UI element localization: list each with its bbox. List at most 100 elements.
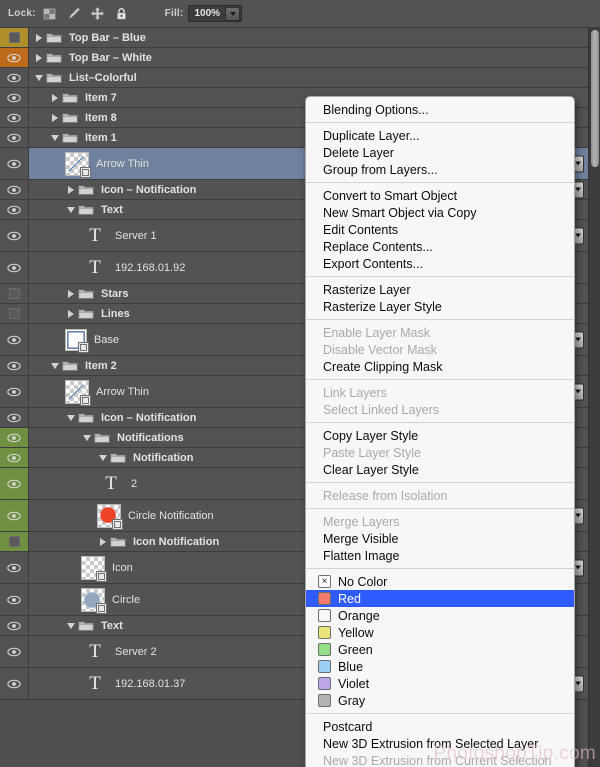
layer-row[interactable]: Top Bar – Blue xyxy=(0,28,588,48)
layer-visibility-toggle-on[interactable] xyxy=(0,636,29,667)
layer-visibility-toggle-on[interactable] xyxy=(0,324,29,355)
layer-visibility-toggle-on[interactable] xyxy=(0,48,29,67)
menu-color-item[interactable]: Green xyxy=(306,641,574,658)
menu-item[interactable]: Export Contents... xyxy=(306,255,574,272)
layer-visibility-toggle-on[interactable] xyxy=(0,252,29,283)
folder-icon xyxy=(62,359,85,372)
chevron-down-icon[interactable] xyxy=(65,414,76,421)
lock-all-icon[interactable] xyxy=(114,6,129,21)
chevron-down-icon[interactable] xyxy=(81,434,92,441)
lock-toolbar: Lock: Fill: 100% xyxy=(0,0,600,28)
chevron-right-icon[interactable] xyxy=(65,309,76,318)
menu-item[interactable]: Convert to Smart Object xyxy=(306,187,574,204)
menu-color-item[interactable]: Blue xyxy=(306,658,574,675)
transparent-pixels-icon[interactable] xyxy=(42,6,57,21)
menu-item[interactable]: Blending Options... xyxy=(306,101,574,118)
menu-color-item[interactable]: Yellow xyxy=(306,624,574,641)
layer-visibility-toggle-on[interactable] xyxy=(0,88,29,107)
menu-item[interactable]: Rasterize Layer xyxy=(306,281,574,298)
menu-color-item[interactable]: Gray xyxy=(306,692,574,709)
layer-visibility-toggle-off[interactable] xyxy=(0,284,29,303)
layer-row-body[interactable]: Top Bar – White xyxy=(29,48,588,67)
layer-name: Icon xyxy=(112,561,133,574)
menu-item[interactable]: New Smart Object via Copy xyxy=(306,204,574,221)
menu-item[interactable]: Group from Layers... xyxy=(306,161,574,178)
menu-color-item[interactable]: Violet xyxy=(306,675,574,692)
folder-icon xyxy=(62,91,85,104)
type-layer-icon: T xyxy=(89,673,101,694)
chevron-down-icon[interactable] xyxy=(65,206,76,213)
layer-visibility-toggle-on[interactable] xyxy=(0,584,29,615)
folder-icon xyxy=(46,71,69,84)
layer-row[interactable]: List–Colorful xyxy=(0,68,588,88)
eye-icon xyxy=(7,511,21,521)
chevron-right-icon[interactable] xyxy=(33,53,44,62)
folder-icon xyxy=(78,619,101,632)
chevron-right-icon[interactable] xyxy=(33,33,44,42)
layer-visibility-toggle-on[interactable] xyxy=(0,616,29,635)
layers-vertical-scrollbar[interactable] xyxy=(588,28,600,767)
chevron-right-icon[interactable] xyxy=(65,185,76,194)
fill-input[interactable]: 100% xyxy=(188,5,243,22)
eye-icon xyxy=(7,621,21,631)
menu-item: Paste Layer Style xyxy=(323,445,421,460)
layer-visibility-toggle-on[interactable] xyxy=(0,108,29,127)
fill-dropdown-arrow-icon[interactable] xyxy=(225,6,241,21)
scrollbar-thumb[interactable] xyxy=(591,30,599,167)
lock-position-icon[interactable] xyxy=(90,6,105,21)
menu-item[interactable]: Clear Layer Style xyxy=(306,461,574,478)
layers-panel: Lock: Fill: 100% Top Bar – Blue Top Bar … xyxy=(0,0,600,767)
layer-visibility-toggle-on[interactable] xyxy=(0,68,29,87)
menu-item[interactable]: Duplicate Layer... xyxy=(306,127,574,144)
layer-visibility-toggle-off[interactable] xyxy=(0,304,29,323)
layer-visibility-toggle-on[interactable] xyxy=(0,668,29,699)
layer-visibility-toggle-on[interactable] xyxy=(0,220,29,251)
layer-visibility-toggle-on[interactable] xyxy=(0,356,29,375)
layer-context-menu[interactable]: Blending Options... Duplicate Layer... Del… xyxy=(305,96,575,767)
chevron-right-icon[interactable] xyxy=(65,289,76,298)
chevron-right-icon[interactable] xyxy=(97,537,108,546)
chevron-right-icon[interactable] xyxy=(49,93,60,102)
menu-item[interactable]: Rasterize Layer Style xyxy=(306,298,574,315)
layer-visibility-toggle-off[interactable] xyxy=(0,532,29,551)
color-swatch-icon xyxy=(318,660,331,673)
eye-icon xyxy=(7,263,21,273)
menu-item[interactable]: Copy Layer Style xyxy=(306,427,574,444)
menu-item[interactable]: Replace Contents... xyxy=(306,238,574,255)
layer-visibility-toggle-on[interactable] xyxy=(0,148,29,179)
menu-item[interactable]: New 3D Extrusion from Selected Layer xyxy=(306,735,574,752)
layer-visibility-toggle-on[interactable] xyxy=(0,552,29,583)
layer-visibility-toggle-on[interactable] xyxy=(0,200,29,219)
menu-item[interactable]: Edit Contents xyxy=(306,221,574,238)
menu-color-item[interactable]: Red xyxy=(306,590,574,607)
layer-visibility-toggle-on[interactable] xyxy=(0,448,29,467)
layer-visibility-toggle-on[interactable] xyxy=(0,428,29,447)
layer-visibility-toggle-on[interactable] xyxy=(0,376,29,407)
layer-visibility-toggle-off[interactable] xyxy=(0,28,29,47)
eye-icon xyxy=(7,53,21,63)
menu-item[interactable]: Postcard xyxy=(306,718,574,735)
layer-name: Circle Notification xyxy=(128,509,214,522)
menu-item[interactable]: Merge Visible xyxy=(306,530,574,547)
layer-row-body[interactable]: List–Colorful xyxy=(29,68,588,87)
layer-visibility-toggle-on[interactable] xyxy=(0,408,29,427)
menu-color-item[interactable]: Orange xyxy=(306,607,574,624)
layer-visibility-toggle-on[interactable] xyxy=(0,128,29,147)
chevron-down-icon[interactable] xyxy=(33,74,44,81)
chevron-down-icon[interactable] xyxy=(65,622,76,629)
chevron-down-icon[interactable] xyxy=(49,362,60,369)
menu-color-item[interactable]: × No Color xyxy=(306,573,574,590)
image-pixels-brush-icon[interactable] xyxy=(66,6,81,21)
layer-visibility-toggle-on[interactable] xyxy=(0,180,29,199)
menu-item[interactable]: Flatten Image xyxy=(306,547,574,564)
layer-name: Text xyxy=(101,203,123,216)
layer-row-body[interactable]: Top Bar – Blue xyxy=(29,28,588,47)
chevron-down-icon[interactable] xyxy=(97,454,108,461)
layer-visibility-toggle-on[interactable] xyxy=(0,468,29,499)
chevron-right-icon[interactable] xyxy=(49,113,60,122)
chevron-down-icon[interactable] xyxy=(49,134,60,141)
layer-row[interactable]: Top Bar – White xyxy=(0,48,588,68)
menu-item[interactable]: Delete Layer xyxy=(306,144,574,161)
menu-item[interactable]: Create Clipping Mask xyxy=(306,358,574,375)
layer-visibility-toggle-on[interactable] xyxy=(0,500,29,531)
